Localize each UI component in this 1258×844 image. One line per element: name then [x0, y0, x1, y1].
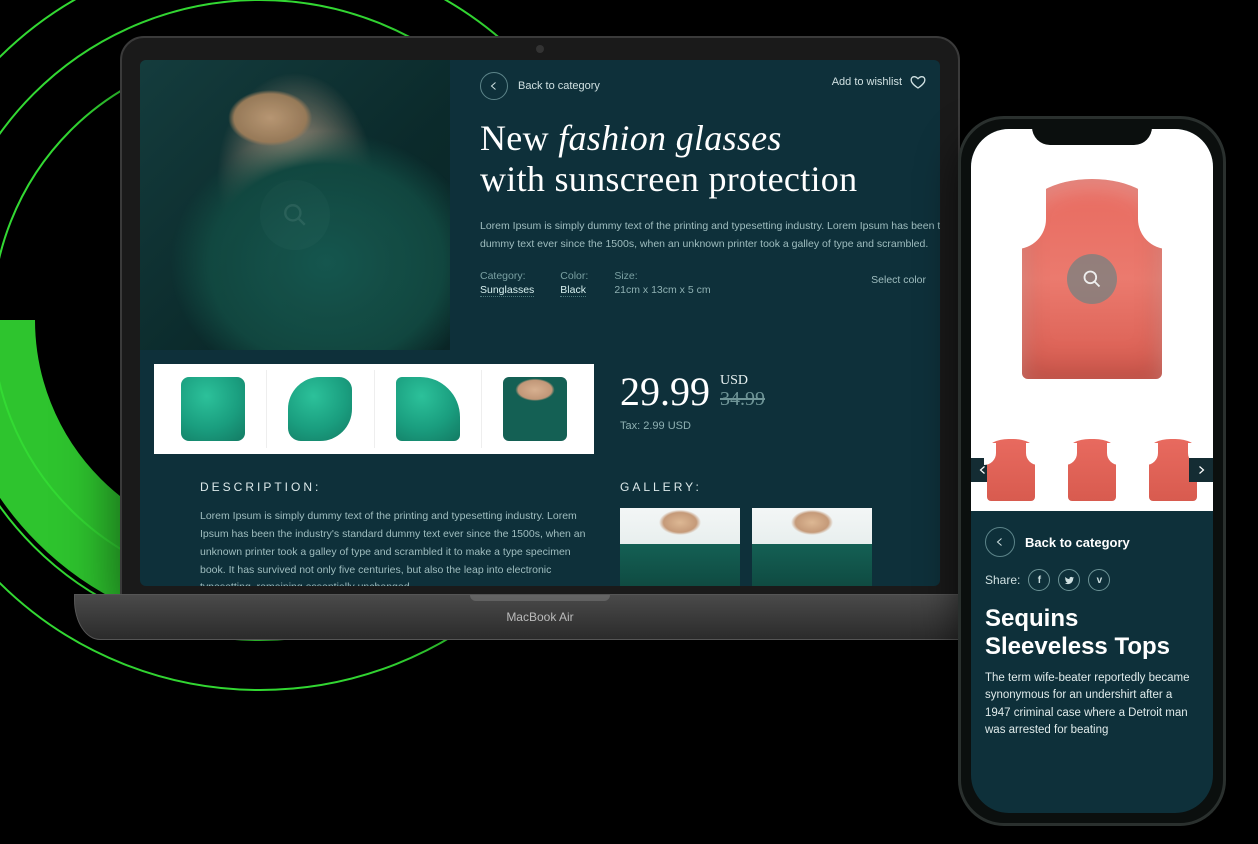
arrow-left-icon — [994, 536, 1006, 548]
phone-notch — [1032, 119, 1152, 145]
laptop-model-label: MacBook Air — [506, 610, 573, 624]
spec-size: Size: 21cm x 13cm x 5 cm — [614, 270, 710, 296]
spec-size-value: 21cm x 13cm x 5 cm — [614, 284, 710, 296]
phone-thumbnails — [971, 429, 1213, 511]
price-old: 34.99 — [720, 389, 765, 410]
laptop-camera-dot — [536, 45, 544, 53]
spec-color: Color: Black — [560, 270, 588, 296]
product-specs: Category: Sunglasses Color: Black Size: … — [480, 270, 711, 296]
heart-icon — [910, 74, 926, 90]
spec-category: Category: Sunglasses — [480, 270, 534, 296]
phone-mockup: Back to category Share: f v Sequins Slee… — [958, 116, 1226, 826]
description-body: Lorem Ipsum is simply dummy text of the … — [200, 508, 590, 586]
carousel-next-button[interactable] — [1189, 458, 1213, 482]
arrow-right-icon — [1195, 464, 1207, 476]
wishlist-label: Add to wishlist — [832, 76, 902, 88]
phone-back-label: Back to category — [1025, 535, 1130, 550]
thumb-image — [1068, 439, 1116, 501]
laptop-mockup: Back to category Add to wishlist New fas… — [120, 36, 960, 596]
share-vimeo-icon[interactable]: v — [1088, 569, 1110, 591]
phone-hero-image[interactable] — [971, 129, 1213, 429]
thumb-image — [396, 377, 460, 441]
share-facebook-icon[interactable]: f — [1028, 569, 1050, 591]
spec-category-value[interactable]: Sunglasses — [480, 284, 534, 297]
back-label: Back to category — [518, 80, 600, 92]
price-current: 29.99 — [620, 368, 710, 415]
phone-back-to-category[interactable]: Back to category — [971, 511, 1213, 565]
spec-color-value[interactable]: Black — [560, 284, 586, 297]
product-thumbnail[interactable] — [267, 370, 374, 448]
thumb-image — [181, 377, 245, 441]
product-thumbnails — [154, 364, 594, 454]
thumb-image — [987, 439, 1035, 501]
share-label: Share: — [985, 573, 1020, 587]
phone-product-description: The term wife-beater reportedly became s… — [971, 664, 1213, 745]
thumb-image — [503, 377, 567, 441]
arrow-left-icon — [488, 80, 500, 92]
phone-screen: Back to category Share: f v Sequins Slee… — [971, 129, 1213, 813]
product-short-description: Lorem Ipsum is simply dummy text of the … — [480, 218, 940, 254]
description-heading: DESCRIPTION: — [200, 480, 321, 494]
product-gallery — [620, 508, 872, 586]
gallery-tile[interactable] — [752, 508, 872, 586]
back-arrow-button[interactable] — [985, 527, 1015, 557]
laptop-screen: Back to category Add to wishlist New fas… — [140, 60, 940, 586]
gallery-tile[interactable] — [620, 508, 740, 586]
product-thumbnail[interactable] — [160, 370, 267, 448]
laptop-base: MacBook Air — [74, 594, 1006, 640]
magnifier-icon — [282, 202, 308, 228]
phone-share-row: Share: f v — [971, 565, 1213, 601]
back-arrow-button[interactable] — [480, 72, 508, 100]
tax-line: Tax: 2.99 USD — [620, 420, 691, 432]
back-to-category[interactable]: Back to category — [480, 72, 600, 100]
product-hero-image[interactable] — [140, 60, 450, 350]
add-to-wishlist[interactable]: Add to wishlist — [832, 74, 926, 90]
magnifier-icon — [1082, 269, 1102, 289]
product-title: New fashion glasses with sunscreen prote… — [480, 118, 940, 201]
price-currency: USD — [720, 374, 765, 389]
phone-thumbnail[interactable] — [1052, 435, 1133, 505]
product-thumbnail[interactable] — [375, 370, 482, 448]
zoom-button[interactable] — [260, 180, 330, 250]
thumb-image — [288, 377, 352, 441]
select-color-label[interactable]: Select color — [871, 274, 926, 286]
share-twitter-icon[interactable] — [1058, 569, 1080, 591]
gallery-heading: GALLERY: — [620, 480, 702, 494]
phone-product-title: Sequins Sleeveless Tops — [971, 601, 1213, 664]
zoom-button[interactable] — [1067, 254, 1117, 304]
product-thumbnail[interactable] — [482, 370, 588, 448]
product-price: 29.99 USD 34.99 — [620, 368, 765, 415]
